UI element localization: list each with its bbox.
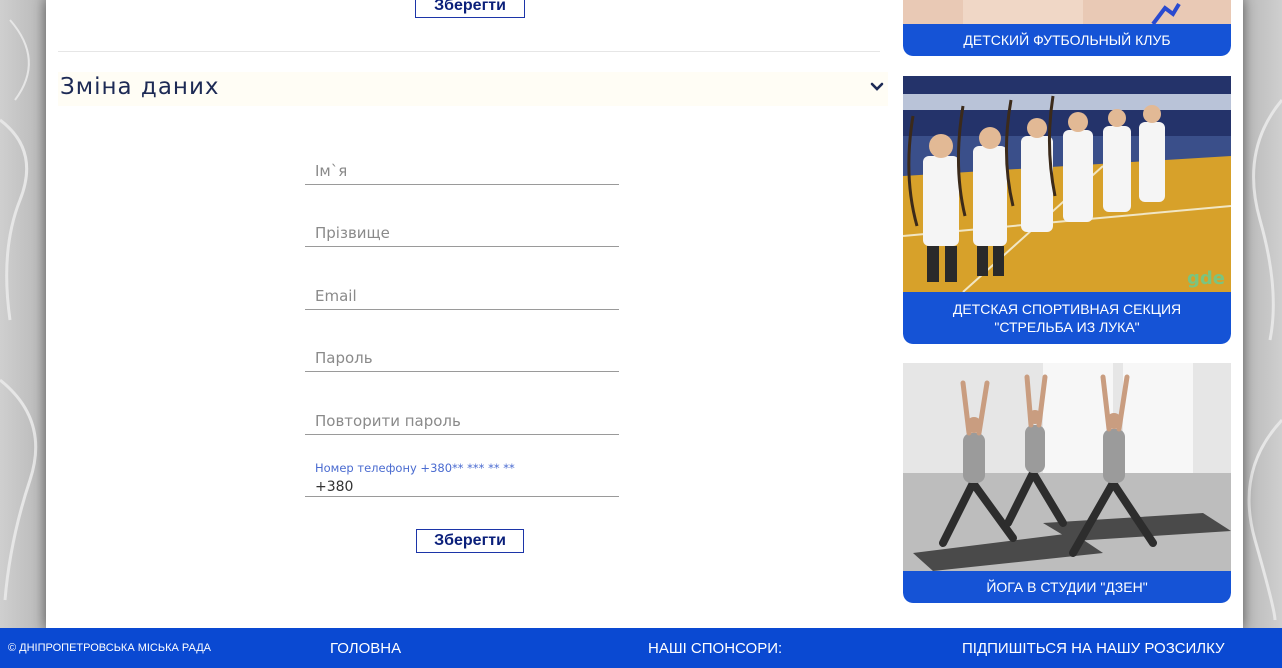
repeat-password-field[interactable]: Повторити пароль — [305, 390, 619, 435]
footer: © ДНІПРОПЕТРОВСЬКА МІСЬКА РАДА ГОЛОВНА Н… — [0, 628, 1282, 668]
archery-photo: gde — [903, 76, 1231, 292]
phone-label: Номер телефону +380** *** ** ** — [315, 461, 515, 475]
chevron-down-icon[interactable] — [870, 80, 884, 94]
phone-value: +380 — [315, 479, 354, 495]
save-button-top[interactable]: Зберегти — [415, 0, 525, 18]
surname-field[interactable]: Прізвище — [305, 202, 619, 247]
section-divider — [58, 51, 880, 52]
card-caption-line1: ДЕТСКАЯ СПОРТИВНАЯ СЕКЦИЯ — [952, 301, 1182, 317]
phone-field[interactable]: Номер телефону +380** *** ** ** +380 — [305, 452, 619, 497]
card-caption: ЙОГА В СТУДИИ "ДЗЕН" — [903, 571, 1231, 603]
yoga-photo — [903, 363, 1231, 571]
card-caption-line2: "СТРЕЛЬБА ИЗ ЛУКА" — [994, 319, 1140, 335]
main-content: Зберегти Зміна даних Ім`я Прізвище Email… — [46, 0, 1243, 628]
password-placeholder: Пароль — [315, 349, 373, 367]
card-yoga-studio[interactable]: ЙОГА В СТУДИИ "ДЗЕН" — [903, 363, 1231, 603]
save-button[interactable]: Зберегти — [416, 529, 524, 553]
repeat-password-placeholder: Повторити пароль — [315, 412, 461, 430]
card-archery-section[interactable]: gde ДЕТСКАЯ СПОРТИВНАЯ СЕКЦИЯ "СТРЕЛЬБА … — [903, 76, 1231, 344]
card-football-club[interactable]: ДЕТСКИЙ ФУТБОЛЬНЫЙ КЛУБ — [903, 0, 1231, 56]
footer-subscribe-heading[interactable]: ПІДПИШІТЬСЯ НА НАШУ РОЗСИЛКУ — [962, 640, 1225, 657]
email-placeholder: Email — [315, 287, 357, 305]
name-field[interactable]: Ім`я — [305, 140, 619, 185]
footer-copyright: © ДНІПРОПЕТРОВСЬКА МІСЬКА РАДА — [8, 642, 211, 654]
footer-link-home[interactable]: ГОЛОВНА — [330, 640, 401, 657]
footer-sponsors-heading: НАШІ СПОНСОРИ: — [648, 640, 783, 657]
section-title: Зміна даних — [60, 74, 220, 100]
svg-text:gde: gde — [1187, 268, 1225, 289]
card-caption: ДЕТСКИЙ ФУТБОЛЬНЫЙ КЛУБ — [903, 24, 1231, 56]
section-header-change-data[interactable]: Зміна даних — [58, 72, 888, 106]
email-field[interactable]: Email — [305, 265, 619, 310]
password-field[interactable]: Пароль — [305, 327, 619, 372]
surname-placeholder: Прізвище — [315, 224, 390, 242]
football-photo — [903, 0, 1231, 24]
name-placeholder: Ім`я — [315, 162, 348, 180]
card-caption: ДЕТСКАЯ СПОРТИВНАЯ СЕКЦИЯ "СТРЕЛЬБА ИЗ Л… — [903, 292, 1231, 344]
